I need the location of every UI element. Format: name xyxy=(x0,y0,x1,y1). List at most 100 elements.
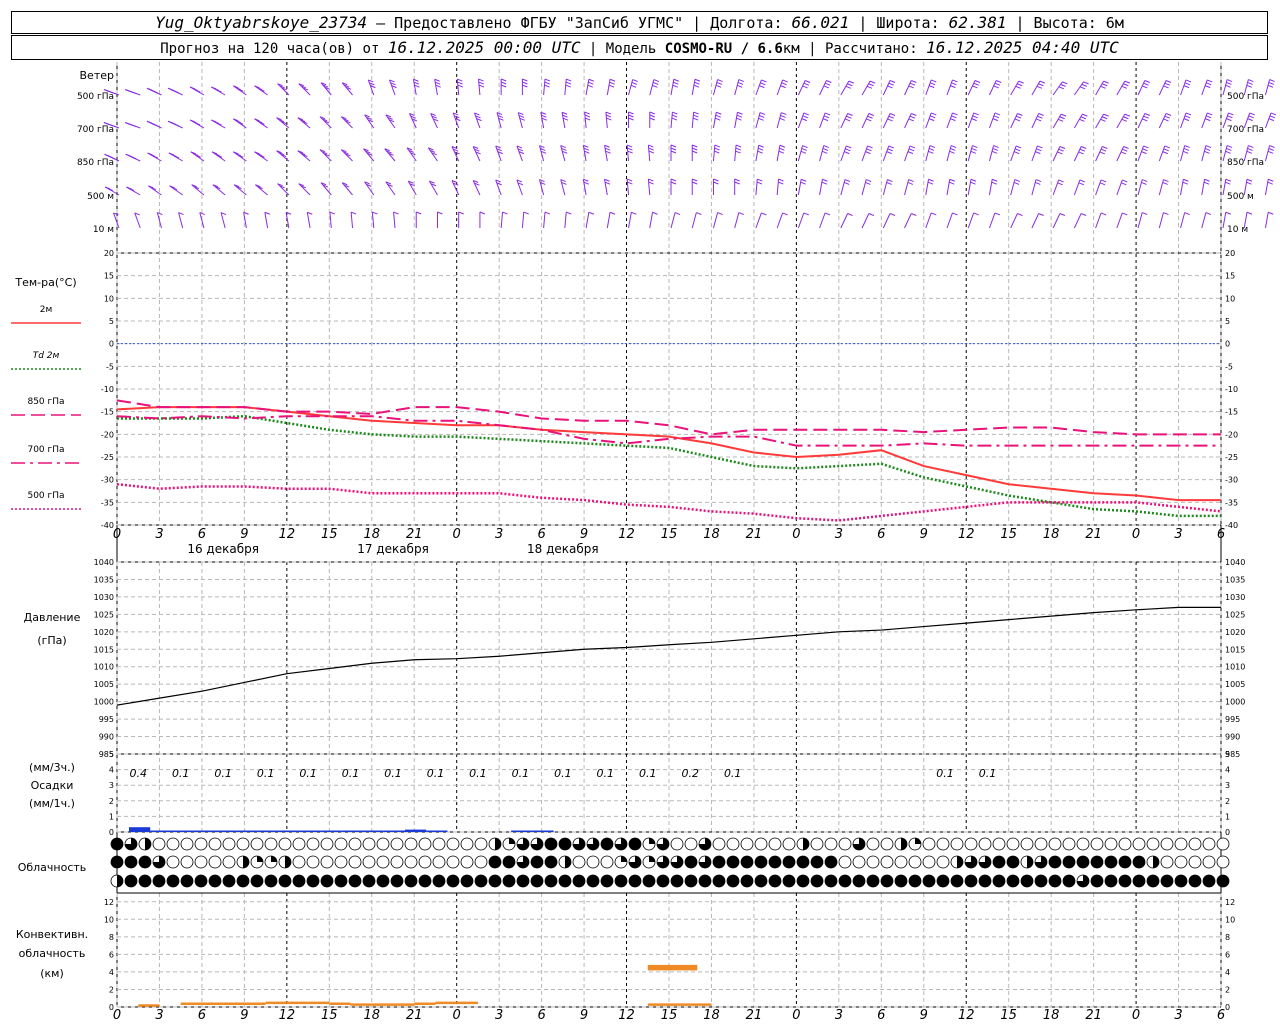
wind-barb xyxy=(478,78,485,96)
cloud-symbol-quarter xyxy=(649,838,655,844)
wind-barb-feather xyxy=(1204,147,1211,151)
wind-barb-feather xyxy=(500,81,507,85)
wind-barb xyxy=(670,78,679,96)
hour-tick-label: 18 xyxy=(363,527,380,542)
wind-barb-feather xyxy=(931,79,937,83)
wind-barb xyxy=(819,178,828,196)
cloud-symbol-circle xyxy=(572,874,586,888)
wind-barb-feather xyxy=(737,81,744,85)
wind-barb xyxy=(734,144,742,162)
precip-amount-label: 0.1 xyxy=(257,767,275,780)
wind-barb xyxy=(967,178,977,196)
wind-barb xyxy=(306,211,313,229)
wind-barb-staff xyxy=(1264,112,1272,129)
wind-barb-staff xyxy=(1010,113,1018,129)
wind-barb-feather xyxy=(1037,145,1043,149)
convective-bar xyxy=(435,1001,457,1005)
wind-barb-staff xyxy=(264,212,269,229)
wind-barb-feather xyxy=(1078,151,1084,155)
wind-barb-feather xyxy=(908,118,914,122)
wind-barb-staff xyxy=(712,79,719,96)
y-tick-label-left: 3 xyxy=(109,781,114,790)
cloud-symbol-circle xyxy=(1188,855,1202,869)
wind-barb-staff xyxy=(904,179,910,196)
wind-barb-feather xyxy=(628,111,634,115)
wind-barb xyxy=(628,211,637,229)
wind-barb-feather xyxy=(714,150,720,154)
cloud-symbol-circle xyxy=(502,855,516,869)
wind-barb-feather xyxy=(1038,113,1044,116)
wind-barb-feather xyxy=(760,82,766,86)
precip-amount-label: 0.1 xyxy=(342,767,360,780)
cloud-cover-symbol xyxy=(950,855,964,869)
wind-barb-feather xyxy=(500,84,507,88)
cloud-symbol-circle xyxy=(950,837,964,851)
cloud-symbol-circle xyxy=(376,874,390,888)
wind-barb xyxy=(989,80,1002,96)
cloud-cover-symbol xyxy=(362,874,376,888)
wind-barb-staff xyxy=(371,212,375,229)
wind-barb-feather xyxy=(437,211,443,215)
cloud-symbol-circle xyxy=(1160,837,1174,851)
cloud-symbol-circle xyxy=(166,855,180,869)
wind-barb-feather xyxy=(737,111,743,115)
cloud-cover-symbol xyxy=(124,837,138,851)
wind-barb-feather xyxy=(588,211,595,215)
wind-barb-staff xyxy=(946,212,953,229)
wind-barb xyxy=(967,112,979,129)
cloud-cover-symbol xyxy=(1188,874,1202,888)
cloud-cover-symbol xyxy=(1076,837,1090,851)
cloud-cover-symbol xyxy=(1146,837,1160,851)
wind-barb xyxy=(384,148,396,162)
cloud-symbol-circle xyxy=(810,855,824,869)
cloud-cover-symbol xyxy=(628,874,642,888)
cloud-symbol-circle xyxy=(740,837,754,851)
wind-barb-feather xyxy=(1205,118,1211,122)
hour-tick-label: 21 xyxy=(746,527,763,542)
temp-series-line-1 xyxy=(117,414,1221,518)
cloud-symbol-circle xyxy=(1132,837,1146,851)
cloud-symbol-circle xyxy=(1160,855,1174,869)
wind-barb-feather xyxy=(544,81,550,85)
wind-barb-feather xyxy=(457,78,463,82)
cloud-symbol-circle xyxy=(558,837,572,851)
wind-barb-staff xyxy=(1222,179,1227,196)
cloud-cover-symbol xyxy=(1202,837,1216,851)
cloud-symbol-circle xyxy=(992,837,1006,851)
y-tick-label-left: -20 xyxy=(101,430,114,439)
cloud-cover-symbol xyxy=(1118,837,1132,851)
wind-barb xyxy=(840,179,851,196)
cloud-symbol-circle xyxy=(936,855,950,869)
convective-bar xyxy=(414,1002,436,1005)
wind-barb-feather xyxy=(1185,112,1192,116)
cloud-cover-symbol xyxy=(432,874,446,888)
wind-barb-staff xyxy=(434,79,438,96)
wind-barb-feather xyxy=(927,181,934,185)
wind-barb xyxy=(691,212,702,229)
wind-barb-feather xyxy=(1185,79,1192,83)
cloud-symbol-circle xyxy=(1090,837,1104,851)
wind-barb-feather xyxy=(889,213,896,216)
wind-barb-feather xyxy=(973,112,979,116)
wind-barb-staff xyxy=(840,145,847,162)
cloud-cover-symbol xyxy=(1006,874,1020,888)
wind-barb-feather xyxy=(1100,148,1107,152)
wind-barb-feather xyxy=(350,211,357,215)
wind-barb xyxy=(472,180,481,196)
cloud-symbol-circle xyxy=(1006,874,1020,888)
wind-barb-feather xyxy=(1078,182,1085,186)
cloud-symbol-circle xyxy=(488,855,502,869)
cloud-cover-symbol xyxy=(404,855,418,869)
cloud-cover-symbol xyxy=(670,837,684,851)
convective-bar xyxy=(138,1004,160,1007)
wind-barb-feather xyxy=(544,84,550,88)
hour-tick-label: 3 xyxy=(1174,1008,1182,1023)
wind-barb-feather xyxy=(1143,115,1149,119)
cloud-symbol-circle xyxy=(432,837,446,851)
wind-barb-feather xyxy=(1057,182,1063,186)
wind-barb-feather xyxy=(911,80,917,83)
cloud-symbol-circle xyxy=(740,855,754,869)
wind-barb xyxy=(1158,212,1169,229)
wind-barb-staff xyxy=(1031,80,1041,96)
wind-barb xyxy=(606,78,616,96)
